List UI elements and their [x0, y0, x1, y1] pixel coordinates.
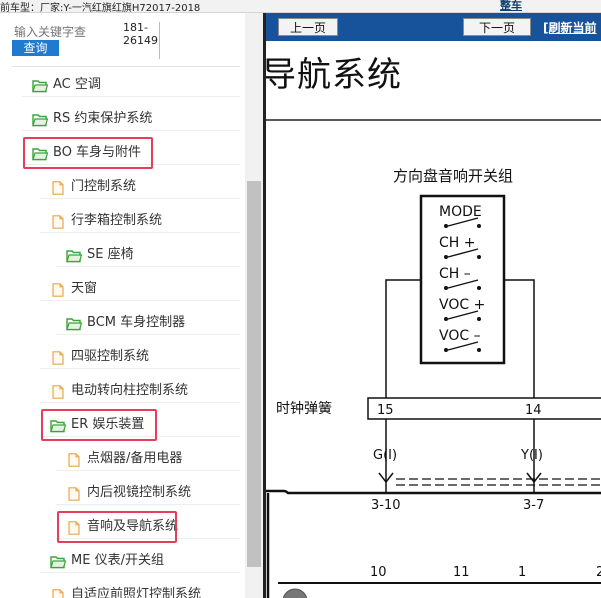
tree-item[interactable]: 行李箱控制系统 [40, 209, 240, 233]
switch-label: MODE [439, 204, 482, 220]
search-result-code: 181- 26149 [123, 21, 158, 47]
connector-label: 3-7 [523, 498, 544, 513]
tree-item[interactable]: AC 空调 [22, 73, 240, 97]
tree-item[interactable]: BO 车身与附件 [22, 141, 240, 165]
document-icon [66, 486, 82, 501]
tree-item-label: ER 娱乐装置 [71, 417, 145, 432]
switch-label: CH – [439, 266, 471, 282]
tree-item-label: BO 车身与附件 [53, 145, 142, 160]
tree-item[interactable]: 内后视镜控制系统 [56, 481, 240, 505]
tree-item-label: 门控制系统 [71, 179, 137, 194]
tree-item[interactable]: RS 约束保护系统 [22, 107, 240, 131]
tree-item[interactable]: 四驱控制系统 [40, 345, 240, 369]
tree-item-label: 行李箱控制系统 [71, 213, 163, 228]
tree-panel: 查询 181- 26149 AC 空调 RS 约束保护系统 BO 车身与附件门控制系… [0, 13, 263, 598]
folder-open-icon [66, 316, 83, 331]
folder-open-icon [32, 78, 49, 93]
document-icon [50, 282, 66, 297]
document-icon [66, 520, 82, 535]
folder-open-icon [50, 554, 67, 569]
tree-item[interactable]: SE 座椅 [56, 243, 240, 267]
connector-label: 3-10 [371, 498, 401, 513]
wire-color-label: Y(I) [520, 448, 543, 463]
document-icon [66, 452, 82, 467]
switch-label: CH + [439, 235, 475, 251]
switch-label: VOC – [439, 328, 481, 344]
document-icon [50, 214, 66, 229]
tree-item-label: BCM 车身控制器 [87, 315, 186, 330]
folder-open-icon [32, 112, 49, 127]
tree-item[interactable]: 电动转向柱控制系统 [40, 379, 240, 403]
tree-scrollbar-thumb[interactable] [247, 181, 261, 567]
clock-spring-box [367, 397, 601, 420]
wire-right-upper [504, 279, 535, 398]
tree-item-label: 电动转向柱控制系统 [71, 383, 189, 398]
connector-body-top [266, 489, 601, 495]
search-button[interactable]: 查询 [12, 40, 59, 56]
tree-item[interactable]: 自适应前照灯控制系统 [40, 583, 240, 598]
tree-item-label: AC 空调 [53, 77, 101, 92]
tree-item-label: 自适应前照灯控制系统 [71, 587, 202, 598]
top-info-bar: 前车型：厂家:Y-一汽红旗红旗H72017-2018 整车 [0, 0, 601, 14]
switch-label: VOC + [439, 297, 485, 313]
wire-left-upper [385, 279, 421, 398]
tree-item[interactable]: ME 仪表/开关组 [40, 549, 240, 573]
tree-item[interactable]: ER 娱乐装置 [40, 413, 240, 437]
tree-item-label: RS 约束保护系统 [53, 111, 153, 126]
divider [12, 66, 240, 67]
tree-item[interactable]: 点烟器/备用电器 [56, 447, 240, 471]
document-icon [50, 384, 66, 399]
tree-item[interactable]: 音响及导航系统 [56, 515, 240, 539]
tree-item-label: 音响及导航系统 [87, 519, 179, 534]
clock-spring-label: 时钟弹簧 [276, 400, 332, 417]
bottom-pin-label: 11 [453, 565, 470, 580]
document-icon [50, 180, 66, 195]
document-viewer: 上一页 下一页 [刷新当前 导航系统 方向盘音响开关组 MODE CH + CH –… [263, 13, 601, 598]
wiring-diagram: 方向盘音响开关组 MODECH +CH –VOC +VOC – 时钟弹簧 15 … [266, 119, 601, 598]
component-title: 方向盘音响开关组 [393, 167, 513, 185]
folder-open-icon [50, 418, 67, 433]
folder-open-icon [32, 146, 49, 161]
tree-item[interactable]: BCM 车身控制器 [56, 311, 240, 335]
folder-open-icon [66, 248, 83, 263]
bottom-pin-label: 1 [518, 565, 526, 580]
tree-item-label: 天窗 [71, 281, 98, 296]
current-vehicle-label: 前车型：厂家:Y-一汽红旗红旗H72017-2018 [0, 3, 201, 14]
tree-item[interactable]: 门控制系统 [40, 175, 240, 199]
tree-item-label: 点烟器/备用电器 [87, 451, 183, 466]
search-input[interactable] [12, 22, 112, 42]
tree-item-label: 四驱控制系统 [71, 349, 150, 364]
bottom-pin-label: 2 [596, 565, 601, 580]
floating-tool-icon[interactable] [282, 588, 308, 598]
document-icon [50, 350, 66, 365]
tree-item-label: 内后视镜控制系统 [87, 485, 192, 500]
whole-vehicle-link[interactable]: 整车 [500, 0, 522, 13]
bottom-pin-label: 10 [370, 565, 387, 580]
pin-label: 15 [377, 403, 394, 418]
tree-item-label: ME 仪表/开关组 [71, 553, 164, 568]
wire-color-label: G(I) [373, 448, 397, 463]
pin-label: 14 [525, 403, 542, 418]
tree-item-label: SE 座椅 [87, 247, 134, 262]
tree-item[interactable]: 天窗 [40, 277, 240, 301]
document-icon [50, 588, 66, 598]
